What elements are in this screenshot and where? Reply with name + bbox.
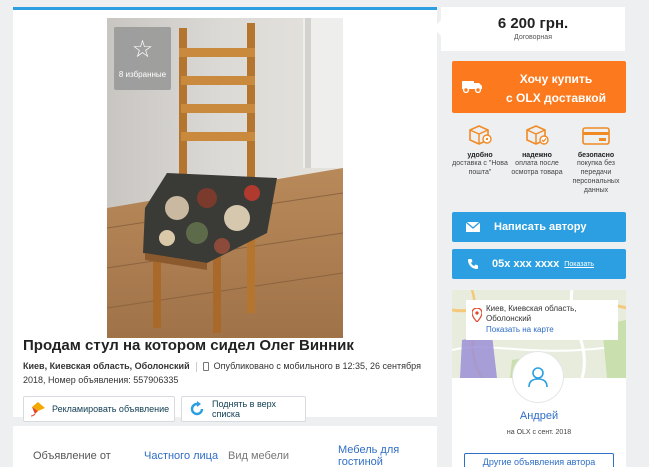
favorites-button[interactable]: ☆ 8 избранные [114,27,171,90]
feature-reliable: надежно оплата после осмотра товара [509,121,565,177]
furniture-type-key: Вид мебели [228,450,290,462]
page: ☆ 8 избранные Продам стул на котором сид… [0,0,649,467]
author-name[interactable]: Андрей [452,410,626,422]
other-ads-button[interactable]: Другие объявления автора [464,453,614,467]
listing-title: Продам стул на котором сидел Олег Винник [23,337,354,354]
feature-text: покупка без передачи персональных данных [572,160,620,194]
buy-label-line2: с OLX доставкой [506,91,606,105]
author-card: Киев, Киевская область, Оболонский Показ… [452,290,626,467]
published-info: Опубликовано с мобильного в 12:35, 26 се… [213,361,421,371]
show-on-map-link[interactable]: Показать на карте [486,325,554,334]
favorites-count: 8 избранные [118,70,167,79]
delivery-features: удобно доставка с "Нова пошта" надежно о… [452,121,626,206]
listing-photo[interactable]: ☆ 8 избранные [107,18,343,338]
phone-number: 05x xxx xxxx [492,258,560,270]
truck-icon [461,78,483,99]
furniture-type-value[interactable]: Мебель для гостиной [338,444,418,467]
ad-number: 2018, Номер объявления: 557906335 [23,375,179,385]
feature-title: удобно [467,152,493,159]
negotiable-label: Договорная [514,34,552,41]
feature-safe: безопасно покупка без передачи персональ… [568,121,624,195]
feature-title: безопасно [577,152,615,159]
buy-with-delivery-button[interactable]: Хочу купить с OLX доставкой [452,61,626,113]
raise-ad-button[interactable]: Поднять в верх списка [181,396,306,422]
feature-convenient: удобно доставка с "Нова пошта" [452,121,508,177]
show-phone-link[interactable]: Показать [564,261,594,268]
star-icon: ☆ [131,36,154,63]
mobile-icon [202,362,209,372]
promote-ad-label: Рекламировать объявление [52,404,170,414]
map-address-box: Киев, Киевская область, Оболонский Показ… [466,300,618,340]
feature-title: надежно [522,152,552,159]
offer-from-value[interactable]: Частного лица [144,450,218,462]
feature-text: доставка с "Нова пошта" [452,160,508,176]
divider [195,361,197,372]
listing-card: ☆ 8 избранные Продам стул на котором сид… [13,7,437,422]
write-author-button[interactable]: Написать автору [452,212,626,242]
user-icon [528,367,548,388]
details-table: Объявление от Частного лица Вид мебели М… [13,426,437,467]
phone-icon [464,258,482,270]
member-since: на OLX с сент. 2018 [506,429,572,436]
map-address: Киев, Киевская область, Оболонский [486,304,577,323]
show-phone-button[interactable]: 05x xxx xxxx Показать [452,249,626,279]
envelope-icon [464,222,482,232]
box-check-icon [509,121,565,149]
raise-ad-label: Поднять в верх списка [212,399,277,419]
price-box: 6 200 грн. Договорная [434,7,625,51]
refresh-icon [188,400,206,418]
feature-text: оплата после осмотра товара [511,160,563,176]
avatar[interactable] [513,352,563,402]
promote-ad-button[interactable]: Рекламировать объявление [23,396,175,422]
price: 6 200 грн. [497,15,569,32]
map-pin-icon [471,307,483,327]
listing-meta: Киев, Киевская область, Оболонский Опубли… [23,359,433,387]
price-arrow [434,20,441,36]
card-icon [568,121,624,149]
listing-location: Киев, Киевская область, Оболонский [23,361,190,371]
kite-icon [30,401,46,417]
write-author-label: Написать автору [494,221,587,233]
offer-from-key: Объявление от [33,450,111,462]
box-location-icon [452,121,508,149]
buy-label-line1: Хочу купить [519,72,593,86]
